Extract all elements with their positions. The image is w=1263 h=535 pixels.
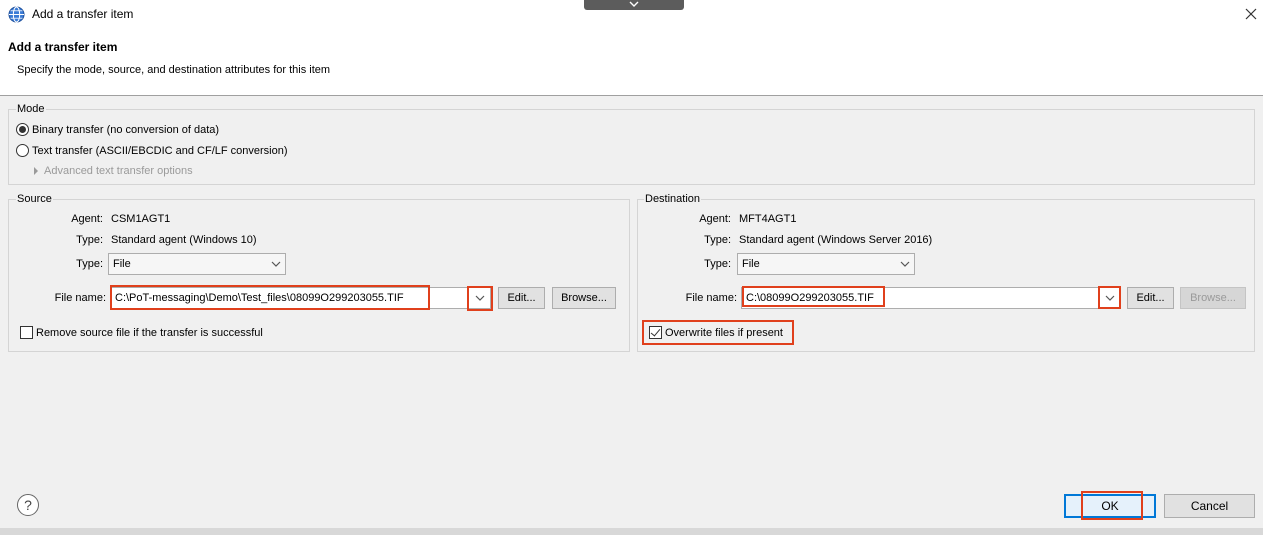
destination-group-label: Destination <box>644 193 702 205</box>
destination-file-dropdown[interactable] <box>1101 287 1119 309</box>
binary-transfer-option[interactable]: Binary transfer (no conversion of data) <box>16 123 219 136</box>
source-group-label: Source <box>16 193 53 205</box>
collapse-handle[interactable] <box>584 0 684 10</box>
source-browse-button[interactable]: Browse... <box>552 287 616 309</box>
source-type-label: Type: <box>76 234 103 246</box>
overwrite-option[interactable]: Overwrite files if present <box>649 326 783 339</box>
destination-type-select[interactable]: File <box>737 253 915 275</box>
chevron-down-icon <box>629 1 639 7</box>
expand-triangle-icon <box>34 167 38 175</box>
destination-file-name-value: C:\08099O299203055.TIF <box>746 292 874 304</box>
destination-file-name-label: File name: <box>685 292 737 304</box>
destination-type-select-value: File <box>742 258 760 270</box>
bottom-edge <box>0 528 1263 535</box>
source-type-select[interactable]: File <box>108 253 286 275</box>
page-description: Specify the mode, source, and destinatio… <box>17 64 331 76</box>
page-title: Add a transfer item <box>8 40 118 54</box>
source-file-dropdown[interactable] <box>471 287 489 309</box>
remove-source-checkbox[interactable] <box>20 326 33 339</box>
ok-button[interactable]: OK <box>1064 494 1156 518</box>
cancel-button[interactable]: Cancel <box>1164 494 1255 518</box>
help-button[interactable]: ? <box>17 494 39 516</box>
advanced-text-options-label: Advanced text transfer options <box>44 165 193 177</box>
source-edit-button[interactable]: Edit... <box>498 287 545 309</box>
remove-source-label: Remove source file if the transfer is su… <box>36 326 263 339</box>
remove-source-option[interactable]: Remove source file if the transfer is su… <box>20 326 263 339</box>
text-transfer-label: Text transfer (ASCII/EBCDIC and CF/LF co… <box>32 144 288 157</box>
destination-agent-value: MFT4AGT1 <box>739 213 797 225</box>
overwrite-label: Overwrite files if present <box>665 326 783 339</box>
overwrite-checkbox[interactable] <box>649 326 662 339</box>
binary-transfer-radio[interactable] <box>16 123 29 136</box>
help-icon: ? <box>24 497 32 513</box>
source-file-name-value: C:\PoT-messaging\Demo\Test_files\08099O2… <box>115 292 404 304</box>
chevron-down-icon <box>475 295 485 301</box>
destination-agent-label: Agent: <box>699 213 731 225</box>
source-type-value: Standard agent (Windows 10) <box>111 234 257 246</box>
text-transfer-radio[interactable] <box>16 144 29 157</box>
destination-type-value: Standard agent (Windows Server 2016) <box>739 234 933 246</box>
source-file-name-input[interactable]: C:\PoT-messaging\Demo\Test_files\08099O2… <box>110 287 491 309</box>
destination-edit-button[interactable]: Edit... <box>1127 287 1174 309</box>
destination-type-select-label: Type: <box>704 258 731 270</box>
source-file-name-label: File name: <box>54 292 106 304</box>
chevron-down-icon <box>900 261 910 267</box>
source-type-select-value: File <box>113 258 131 270</box>
chevron-down-icon <box>271 261 281 267</box>
destination-file-name-input[interactable]: C:\08099O299203055.TIF <box>741 287 1121 309</box>
window-title: Add a transfer item <box>32 7 134 21</box>
source-agent-value: CSM1AGT1 <box>111 213 171 225</box>
advanced-text-options[interactable]: Advanced text transfer options <box>34 165 193 177</box>
source-agent-label: Agent: <box>71 213 103 225</box>
text-transfer-option[interactable]: Text transfer (ASCII/EBCDIC and CF/LF co… <box>16 144 288 157</box>
source-type-select-label: Type: <box>76 258 103 270</box>
close-icon[interactable] <box>1240 3 1262 25</box>
destination-browse-button[interactable]: Browse... <box>1180 287 1246 309</box>
destination-type-label: Type: <box>704 234 731 246</box>
globe-icon <box>8 6 25 23</box>
binary-transfer-label: Binary transfer (no conversion of data) <box>32 123 220 136</box>
chevron-down-icon <box>1105 295 1115 301</box>
mode-group-label: Mode <box>16 103 46 115</box>
dialog-header: Add a transfer item Specify the mode, so… <box>0 30 1263 96</box>
